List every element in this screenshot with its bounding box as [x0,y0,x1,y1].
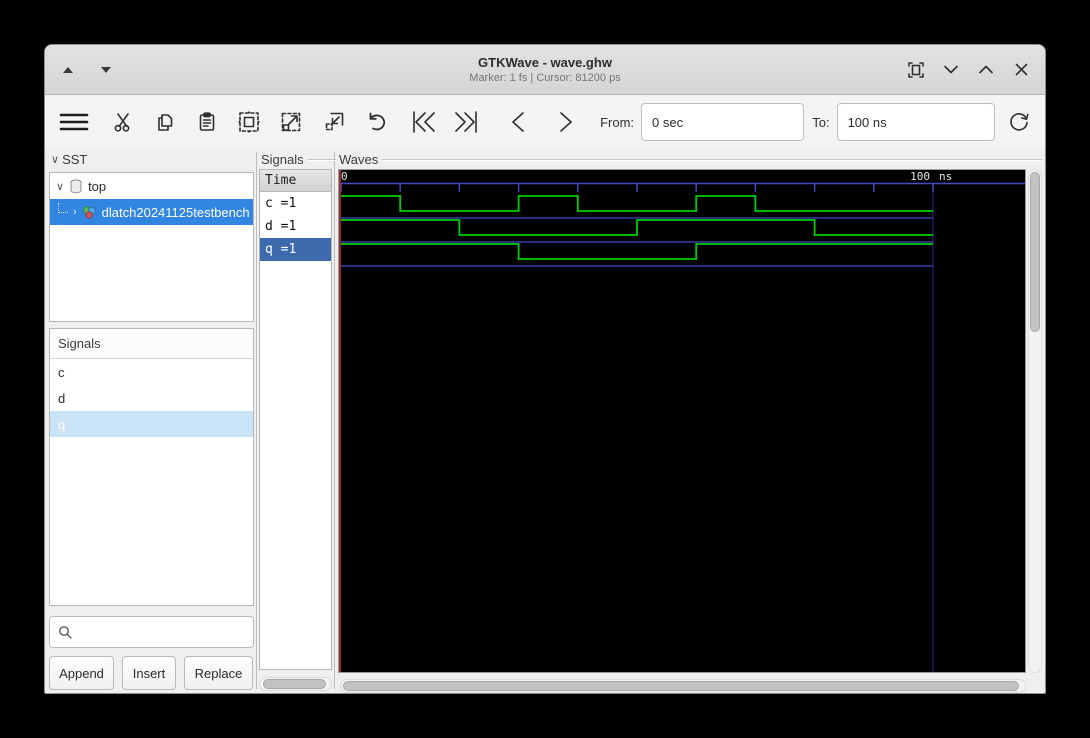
titlebar: GTKWave - wave.ghw Marker: 1 fs | Cursor… [45,45,1045,95]
sst-tree: ∨ top › dlatch20241125testbench [49,172,254,322]
cut-icon[interactable] [106,105,139,139]
database-icon [70,179,82,193]
copy-icon[interactable] [148,105,181,139]
signal-list-item-q[interactable]: q [50,411,253,437]
menu-icon[interactable] [57,105,90,139]
chevron-right-icon[interactable]: › [73,206,77,218]
signal-name-row-q[interactable]: q =1 [260,238,331,261]
tree-branch-line [58,203,68,213]
svg-text:100: 100 [910,170,930,183]
sst-tree-item-label: dlatch20241125testbench [101,204,250,220]
waves-frame-caption: Waves [339,152,1043,167]
shade-up-button[interactable] [57,59,79,81]
frame-groove-line [307,159,336,160]
sst-expander[interactable]: ∨ SST [51,152,87,167]
waves-vscrollbar[interactable] [1028,169,1042,673]
module-icon [82,205,96,219]
zoom-in-icon[interactable] [275,105,308,139]
wave-svg: 0 100 ns [339,170,1025,672]
signal-names-panel: Time c =1 d =1 q =1 [259,169,332,670]
names-hscrollbar[interactable] [259,677,332,691]
waves-frame-label: Waves [339,152,379,167]
window-title: GTKWave - wave.ghw [478,55,612,70]
marker-cursor-status: Marker: 1 fs | Cursor: 81200 ps [469,72,621,84]
insert-button[interactable]: Insert [122,656,176,690]
signal-list-header: Signals [50,329,253,359]
chevron-down-icon: ∨ [51,154,60,166]
main-area: ∨ SST ∨ top › dlatch20241125testbench Si… [45,150,1045,693]
reload-icon[interactable] [1003,105,1036,139]
waves-vscrollbar-thumb[interactable] [1030,172,1040,332]
signal-list-item-c[interactable]: c [50,359,253,385]
zoom-out-icon[interactable] [317,105,350,139]
shift-right-icon[interactable] [550,105,583,139]
toolbar: From: 0 sec To: 100 ns [45,95,1045,149]
names-frame-caption: Signals [261,152,336,167]
maximize-icon[interactable] [976,60,996,80]
pane-splitter-left[interactable] [256,152,257,689]
signal-list-item-d[interactable]: d [50,385,253,411]
signal-search-panel: Signals c d q [49,328,254,606]
sst-tree-item-top[interactable]: ∨ top [50,173,253,199]
time-header: Time [260,170,331,192]
search-icon [59,625,72,639]
svg-text:0: 0 [341,170,348,183]
append-button[interactable]: Append [49,656,114,690]
signal-name-row-d[interactable]: d =1 [260,215,331,238]
names-frame-label: Signals [261,152,304,167]
from-input[interactable]: 0 sec [641,103,805,141]
gtkwave-window: GTKWave - wave.ghw Marker: 1 fs | Cursor… [44,44,1046,694]
to-input[interactable]: 100 ns [836,103,995,141]
frame-groove-line [382,159,1043,160]
signal-search-input[interactable] [49,616,254,648]
to-label: To: [812,114,830,130]
undo-icon[interactable] [359,105,392,139]
shade-down-button[interactable] [95,59,117,81]
sst-tree-item-label: top [88,178,107,194]
svg-text:ns: ns [939,170,952,183]
skip-to-end-icon[interactable] [450,105,483,139]
signal-name-row-c[interactable]: c =1 [260,192,331,215]
zoom-fit-icon[interactable] [233,105,266,139]
waves-hscrollbar[interactable] [340,679,1026,693]
replace-button[interactable]: Replace [184,656,253,690]
shift-left-icon[interactable] [502,105,535,139]
wave-canvas[interactable]: 0 100 ns [338,169,1026,673]
fullscreen-icon[interactable] [906,60,926,80]
paste-icon[interactable] [191,105,224,139]
skip-to-start-icon[interactable] [407,105,440,139]
sst-label: SST [62,152,88,167]
pane-splitter-right[interactable] [334,152,335,689]
action-buttons: Append Insert Replace [49,656,254,690]
minimize-icon[interactable] [941,60,961,80]
from-label: From: [600,114,635,130]
names-hscrollbar-thumb[interactable] [263,679,326,689]
sst-tree-item-dlatch[interactable]: › dlatch20241125testbench [50,199,253,225]
close-icon[interactable] [1011,60,1031,80]
chevron-down-icon[interactable]: ∨ [56,180,64,193]
waves-hscrollbar-thumb[interactable] [343,681,1019,691]
